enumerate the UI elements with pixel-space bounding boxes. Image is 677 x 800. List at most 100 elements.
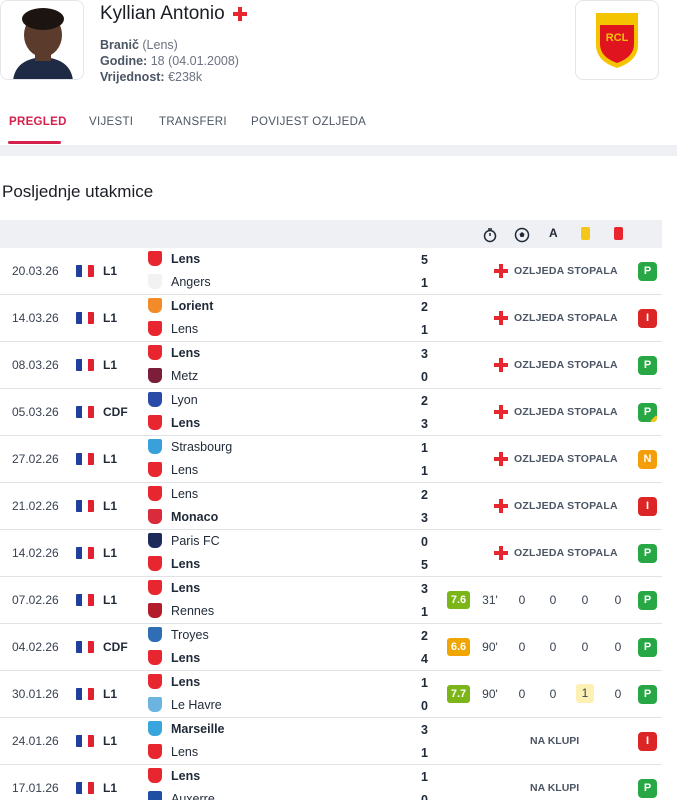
tab-bar: PREGLED VIJESTI TRANSFERI POVIJEST OZLJE… <box>0 95 677 145</box>
injury-status: OZLJEDA STOPALA <box>494 264 618 278</box>
tab-news[interactable]: VIJESTI <box>89 116 133 128</box>
match-row[interactable]: 21.02.26 L1 Lens Monaco 2 3 OZLJEDA STOPALA I <box>0 483 662 530</box>
competition: L1 <box>103 781 118 795</box>
away-team[interactable]: Lens <box>148 415 200 430</box>
match-row[interactable]: 07.02.26 L1 Lens Rennes 3 1 7.6 31' 0 0 0 0 P <box>0 577 662 624</box>
result-badge: P <box>638 638 657 657</box>
france-flag-icon <box>76 312 94 324</box>
injury-icon <box>494 546 508 560</box>
match-row[interactable]: 14.03.26 L1 Lorient Lens 2 1 OZLJEDA STOPALA I <box>0 295 662 342</box>
match-row[interactable]: 14.02.26 L1 Paris FC Lens 0 5 OZLJEDA STOPALA P <box>0 530 662 577</box>
away-team-crest-icon <box>148 462 162 477</box>
result-badge: N <box>638 450 657 469</box>
away-team[interactable]: Lens <box>148 744 198 759</box>
away-team-crest-icon <box>148 650 162 665</box>
away-score: 4 <box>421 652 428 666</box>
player-rating-badge: 7.6 <box>447 591 470 609</box>
home-team[interactable]: Marseille <box>148 721 225 736</box>
competition: L1 <box>103 546 118 560</box>
france-flag-icon <box>76 735 94 747</box>
match-date: 21.02.26 <box>12 499 59 513</box>
away-team-crest-icon <box>148 744 162 759</box>
player-rating-badge: 7.7 <box>447 685 470 703</box>
home-score: 2 <box>421 394 428 408</box>
away-team[interactable]: Monaco <box>148 509 218 524</box>
away-team[interactable]: Lens <box>148 556 200 571</box>
home-team[interactable]: Lyon <box>148 392 198 407</box>
away-team-crest-icon <box>148 321 162 336</box>
home-team[interactable]: Lorient <box>148 298 213 313</box>
france-flag-icon <box>76 265 94 277</box>
away-team-crest-icon <box>148 509 162 524</box>
home-team[interactable]: Lens <box>148 486 198 501</box>
france-flag-icon <box>76 688 94 700</box>
home-team[interactable]: Lens <box>148 580 200 595</box>
home-team[interactable]: Paris FC <box>148 533 220 548</box>
match-row[interactable]: 08.03.26 L1 Lens Metz 3 0 OZLJEDA STOPALA P <box>0 342 662 389</box>
home-team[interactable]: Lens <box>148 674 200 689</box>
injury-icon <box>494 311 508 325</box>
home-team[interactable]: Lens <box>148 251 200 266</box>
home-score: 2 <box>421 488 428 502</box>
competition: L1 <box>103 452 118 466</box>
match-date: 20.03.26 <box>12 264 59 278</box>
injury-icon <box>494 358 508 372</box>
player-header: Kyllian Antonio Branič (Lens) Godine: 18… <box>0 0 677 95</box>
red-card-icon <box>614 227 623 240</box>
injury-icon <box>494 405 508 419</box>
home-score: 2 <box>421 300 428 314</box>
match-stat: 0 <box>614 687 622 701</box>
tab-injury-history[interactable]: POVIJEST OZLJEDA <box>251 116 366 128</box>
away-score: 0 <box>421 699 428 713</box>
home-team-crest-icon <box>148 439 162 454</box>
club-logo[interactable]: RCL <box>575 0 659 80</box>
france-flag-icon <box>76 359 94 371</box>
match-stat: 0 <box>614 640 622 654</box>
away-team[interactable]: Lens <box>148 650 200 665</box>
home-team-crest-icon <box>148 298 162 313</box>
away-score: 1 <box>421 605 428 619</box>
competition: L1 <box>103 499 118 513</box>
match-row[interactable]: 27.02.26 L1 Strasbourg Lens 1 1 OZLJEDA STOPAL… <box>0 436 662 483</box>
away-team[interactable]: Le Havre <box>148 697 222 712</box>
tab-transfers[interactable]: TRANSFERI <box>159 116 227 128</box>
player-rating-badge: 6.6 <box>447 638 470 656</box>
away-team[interactable]: Lens <box>148 321 198 336</box>
active-tab-indicator <box>8 141 61 144</box>
home-team[interactable]: Lens <box>148 768 200 783</box>
match-stat: 0 <box>614 593 622 607</box>
away-team[interactable]: Metz <box>148 368 198 383</box>
injury-status: OZLJEDA STOPALA <box>494 311 618 325</box>
home-score: 1 <box>421 441 428 455</box>
result-badge: I <box>638 497 657 516</box>
home-score: 3 <box>421 582 428 596</box>
injury-status: OZLJEDA STOPALA <box>494 546 618 560</box>
home-team-crest-icon <box>148 533 162 548</box>
away-team[interactable]: Auxerre <box>148 791 215 800</box>
match-row[interactable]: 20.03.26 L1 Lens Angers 5 1 OZLJEDA STOPALA P <box>0 248 662 295</box>
france-flag-icon <box>76 500 94 512</box>
home-team[interactable]: Lens <box>148 345 200 360</box>
result-badge: P <box>638 356 657 375</box>
result-badge: P <box>638 685 657 704</box>
france-flag-icon <box>76 453 94 465</box>
france-flag-icon <box>76 547 94 559</box>
injury-icon <box>494 499 508 513</box>
home-team[interactable]: Troyes <box>148 627 209 642</box>
match-row[interactable]: 30.01.26 L1 Lens Le Havre 1 0 7.7 90' 0 0 1 0 P <box>0 671 662 718</box>
match-row[interactable]: 05.03.26 CDF Lyon Lens 2 3 OZLJEDA STOPALA P <box>0 389 662 436</box>
away-score: 1 <box>421 276 428 290</box>
away-team[interactable]: Lens <box>148 462 198 477</box>
match-row[interactable]: 04.02.26 CDF Troyes Lens 2 4 6.6 90' 0 0 0 0 P <box>0 624 662 671</box>
goals-icon <box>514 227 530 243</box>
away-team[interactable]: Angers <box>148 274 211 289</box>
away-team[interactable]: Rennes <box>148 603 214 618</box>
home-team[interactable]: Strasbourg <box>148 439 232 454</box>
match-date: 05.03.26 <box>12 405 59 419</box>
tab-overview[interactable]: PREGLED <box>9 116 67 128</box>
home-score: 3 <box>421 723 428 737</box>
away-score: 0 <box>421 793 428 800</box>
injury-status: OZLJEDA STOPALA <box>494 358 618 372</box>
match-row[interactable]: 17.01.26 L1 Lens Auxerre 1 0 NA KLUPI P <box>0 765 662 800</box>
match-row[interactable]: 24.01.26 L1 Marseille Lens 3 1 NA KLUPI I <box>0 718 662 765</box>
